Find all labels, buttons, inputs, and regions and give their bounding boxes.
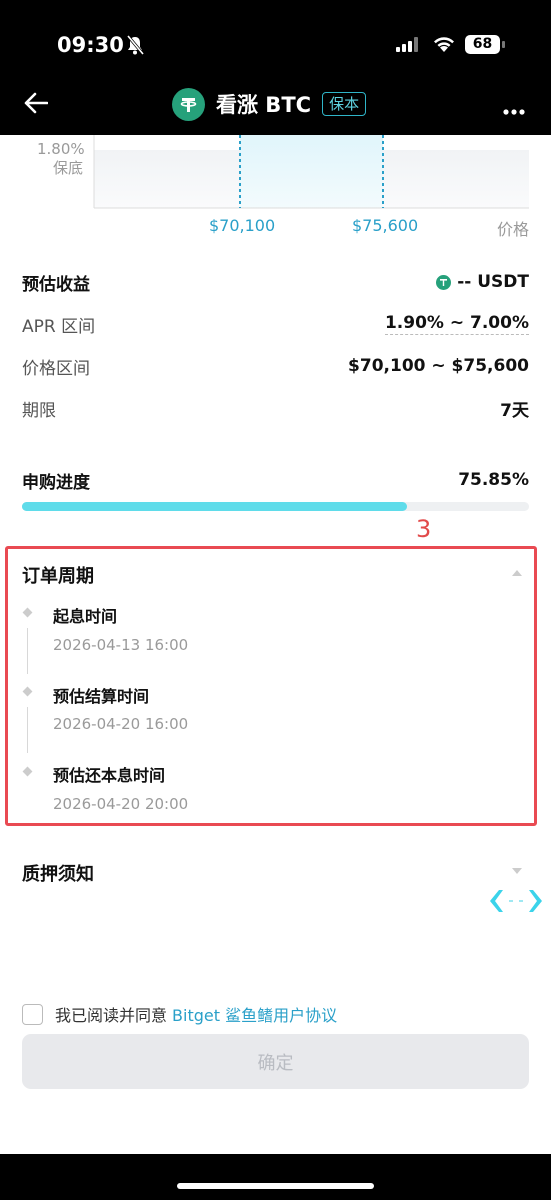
timeline-line: [27, 628, 28, 674]
estimated-return-label: 预估收益: [22, 274, 90, 295]
home-bar: [0, 1154, 551, 1200]
pledge-notice-title[interactable]: 质押须知: [22, 860, 94, 886]
mute-bell-icon: [126, 35, 145, 59]
term-label: 期限: [22, 400, 56, 421]
cell-signal-icon: [396, 37, 420, 56]
chart-x-axis-label: 价格: [497, 220, 530, 239]
timeline-step-time: 2026-04-13 16:00: [53, 636, 189, 654]
timeline-step-label: 起息时间: [53, 607, 118, 626]
chart-x-high: $75,600: [352, 216, 419, 235]
estimated-return-value-wrap: -- USDT: [436, 272, 529, 292]
progress-label: 申购进度: [22, 472, 90, 493]
timeline-step-time: 2026-04-20 16:00: [53, 715, 189, 733]
title-text: 看涨 BTC: [216, 93, 312, 117]
apr-label: APR 区间: [22, 316, 96, 337]
apr-value[interactable]: 1.90% ~ 7.00%: [384, 313, 529, 335]
chart-y-value: 1.80%: [37, 140, 85, 158]
apr-row: APR 区间 1.90% ~ 7.00%: [22, 309, 529, 339]
chart-y-label: 1.80% 保底: [37, 140, 85, 178]
chart-x-low: $70,100: [209, 216, 276, 235]
top-bar: 09:30 68 看涨 BTC 保本: [0, 0, 551, 135]
principal-protected-badge: 保本: [322, 92, 367, 116]
more-options-icon[interactable]: [503, 100, 525, 119]
timeline-step-label: 预估还本息时间: [53, 766, 166, 785]
back-arrow-icon[interactable]: [24, 92, 49, 118]
confirm-button[interactable]: 确定: [22, 1034, 529, 1089]
agreement-checkbox[interactable]: [22, 1003, 43, 1025]
price-range-value: $70,100 ~ $75,600: [348, 356, 529, 376]
progress-bar-fill: [22, 502, 407, 511]
agreement-link[interactable]: Bitget 鲨鱼鳍用户协议: [172, 1002, 337, 1026]
expand-caret-icon[interactable]: [512, 868, 522, 874]
chart-y-caption: 保底: [52, 159, 83, 177]
price-range-label: 价格区间: [22, 358, 90, 379]
progress-row: 申购进度 75.85%: [22, 465, 529, 495]
price-range-row: 价格区间 $70,100 ~ $75,600: [22, 351, 529, 381]
estimated-return-row: 预估收益 -- USDT: [22, 267, 529, 297]
usdt-icon: [436, 274, 452, 290]
tether-icon: [172, 87, 205, 121]
collapse-caret-icon[interactable]: [512, 570, 522, 576]
agreement-text: 我已阅读并同意: [55, 1006, 168, 1025]
chart-range-area: [240, 135, 383, 208]
battery-tip: [502, 41, 505, 48]
term-row: 期限 7天: [22, 393, 529, 423]
progress-bar: [22, 502, 529, 511]
agreement-row: 我已阅读并同意 Bitget 鲨鱼鳍用户协议: [22, 1002, 337, 1026]
timeline-line: [27, 707, 28, 753]
estimated-return-value: -- USDT: [457, 272, 529, 292]
wifi-icon: [432, 34, 456, 57]
battery-indicator: 68: [465, 35, 500, 54]
floating-widget-icon[interactable]: [487, 887, 545, 919]
term-value: 7天: [500, 400, 529, 421]
progress-value: 75.85%: [458, 470, 529, 490]
timeline-step-time: 2026-04-20 20:00: [53, 795, 189, 813]
order-cycle-title[interactable]: 订单周期: [22, 562, 94, 588]
page-title: 看涨 BTC 保本: [172, 87, 367, 121]
home-indicator[interactable]: [177, 1183, 374, 1189]
timeline-step-label: 预估结算时间: [53, 687, 150, 706]
status-time: 09:30: [57, 33, 124, 57]
annotation-number: 3: [416, 515, 432, 543]
